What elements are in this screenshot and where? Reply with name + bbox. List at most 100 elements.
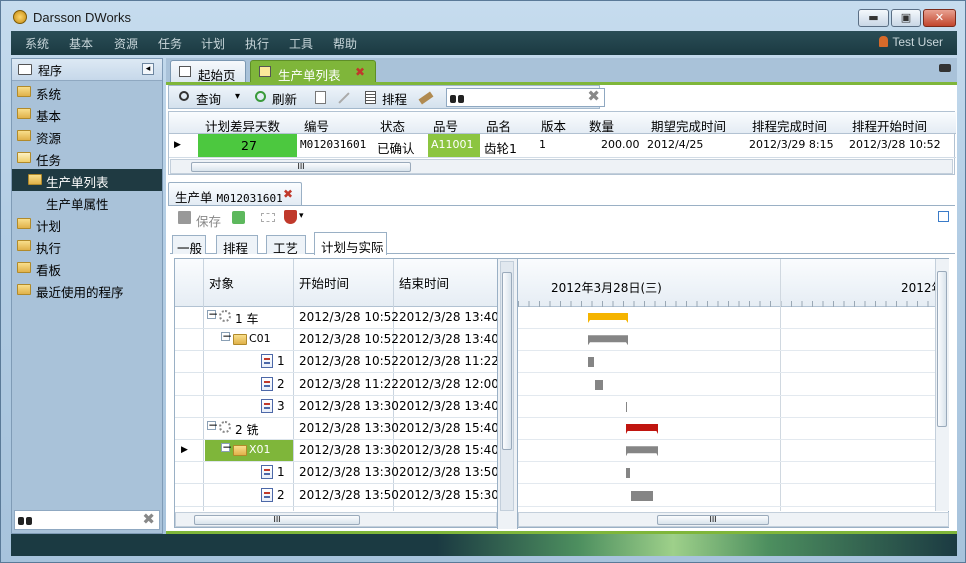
tab-plan-vs-actual[interactable]: 计划与实际 bbox=[314, 232, 387, 255]
col-plan-diff-days[interactable]: 计划差异天数 bbox=[205, 116, 280, 135]
menu-task[interactable]: 任务 bbox=[158, 35, 182, 52]
window-options-icon[interactable] bbox=[939, 64, 951, 72]
scroll-thumb[interactable]: III bbox=[194, 515, 360, 525]
query-button[interactable]: 查询 bbox=[196, 89, 221, 108]
tree-horizontal-scrollbar[interactable]: III bbox=[175, 512, 497, 527]
sidebar-item-basic[interactable]: 基本 bbox=[12, 103, 162, 125]
gantt-bar[interactable] bbox=[588, 335, 628, 346]
clear-search-icon[interactable]: ✖ bbox=[587, 87, 600, 105]
close-tab-icon[interactable]: ✖ bbox=[355, 65, 365, 79]
col-item-no[interactable]: 品号 bbox=[433, 116, 458, 135]
col-version[interactable]: 版本 bbox=[541, 116, 566, 135]
user-menu[interactable]: Test User bbox=[879, 35, 943, 49]
menu-help[interactable]: 帮助 bbox=[333, 35, 357, 52]
save-button[interactable]: 保存 bbox=[196, 211, 221, 230]
tree-row[interactable]: − C01 2012/3/28 10:52 2012/3/28 13:40 bbox=[175, 329, 497, 352]
refresh-detail-icon[interactable] bbox=[232, 211, 245, 224]
expand-toggle-icon[interactable]: − bbox=[207, 308, 218, 320]
sidebar-item-resource[interactable]: 资源 bbox=[12, 125, 162, 147]
scroll-thumb[interactable]: III bbox=[657, 515, 769, 525]
list-search-input[interactable]: ✖ bbox=[446, 87, 605, 107]
sidebar-item-execute[interactable]: 执行 bbox=[12, 235, 162, 257]
tab-production-order-detail[interactable]: 生产单 M012031601 ✖ bbox=[168, 182, 302, 206]
pane-splitter[interactable] bbox=[497, 259, 518, 529]
menu-basic[interactable]: 基本 bbox=[69, 35, 93, 52]
schedule-button[interactable]: 排程 bbox=[382, 89, 407, 108]
shield-dropdown-icon[interactable]: ▾ bbox=[299, 211, 304, 221]
folder-icon bbox=[17, 108, 31, 119]
col-status[interactable]: 状态 bbox=[380, 116, 405, 135]
tree-row[interactable]: 3 2012/3/28 13:30 2012/3/28 13:40 bbox=[175, 396, 497, 418]
maximize-button[interactable]: ▣ bbox=[891, 9, 921, 27]
edit-icon[interactable] bbox=[338, 92, 350, 104]
col-quantity[interactable]: 数量 bbox=[589, 116, 614, 135]
tree-row[interactable]: 1 2012/3/28 13:30 2012/3/28 13:50 bbox=[175, 462, 497, 485]
gantt-bar[interactable] bbox=[626, 401, 627, 412]
gantt-chart: 2012年3月28日(三) 2012年 bbox=[518, 259, 949, 511]
shield-icon[interactable] bbox=[284, 210, 297, 224]
tree-row[interactable]: 2 2012/3/28 13:50 2012/3/28 15:30 bbox=[175, 485, 497, 507]
tree-row[interactable]: − 2 铣 2012/3/28 13:30 2012/3/28 15:40 bbox=[175, 418, 497, 440]
col-code[interactable]: 编号 bbox=[304, 116, 329, 135]
gantt-bar[interactable] bbox=[626, 468, 630, 479]
tab-general[interactable]: 一般 bbox=[172, 235, 206, 256]
sidebar-item-task[interactable]: 任务 bbox=[12, 147, 162, 169]
refresh-button[interactable]: 刷新 bbox=[272, 89, 297, 108]
col-start-time[interactable]: 开始时间 bbox=[299, 273, 349, 292]
tree-row[interactable]: 1 2012/3/28 10:52 2012/3/28 11:22 bbox=[175, 351, 497, 374]
tree-row[interactable]: − 1 车 2012/3/28 10:52 2012/3/28 13:40 bbox=[175, 307, 497, 329]
col-scheduled-start[interactable]: 排程开始时间 bbox=[852, 116, 927, 135]
collapse-sidebar-button[interactable]: ◂ bbox=[142, 63, 154, 75]
sidebar-item-recent[interactable]: 最近使用的程序 bbox=[12, 279, 162, 301]
sidebar-item-plan[interactable]: 计划 bbox=[12, 213, 162, 235]
tab-schedule[interactable]: 排程 bbox=[216, 235, 258, 256]
scroll-thumb[interactable]: III bbox=[191, 162, 411, 172]
col-scheduled-finish[interactable]: 排程完成时间 bbox=[752, 116, 827, 135]
gantt-bar[interactable] bbox=[626, 424, 658, 434]
query-dropdown-icon[interactable]: ▾ bbox=[235, 91, 240, 102]
menu-tools[interactable]: 工具 bbox=[289, 35, 313, 52]
col-item-name[interactable]: 品名 bbox=[486, 116, 511, 135]
gantt-bar[interactable] bbox=[595, 379, 603, 390]
expand-toggle-icon[interactable]: − bbox=[221, 330, 232, 342]
sidebar-item-dashboard[interactable]: 看板 bbox=[12, 257, 162, 279]
chart-vertical-scrollbar[interactable] bbox=[935, 259, 949, 511]
expand-toggle-icon[interactable]: − bbox=[207, 419, 218, 431]
tree-vertical-scrollbar[interactable] bbox=[500, 261, 514, 511]
gantt-bar[interactable] bbox=[631, 490, 653, 501]
list-horizontal-scrollbar[interactable]: III bbox=[170, 159, 953, 174]
tree-row[interactable]: 2 2012/3/28 11:22 2012/3/28 12:00 bbox=[175, 374, 497, 396]
gantt-bar[interactable] bbox=[588, 313, 628, 323]
link-icon[interactable] bbox=[261, 213, 275, 222]
scroll-thumb[interactable] bbox=[502, 272, 512, 450]
cell-plan-diff-days: 27 bbox=[241, 138, 257, 153]
popout-icon[interactable] bbox=[938, 211, 949, 222]
col-object[interactable]: 对象 bbox=[209, 273, 234, 292]
menu-resource[interactable]: 资源 bbox=[114, 35, 138, 52]
new-icon[interactable] bbox=[315, 91, 326, 104]
tab-home[interactable]: 起始页 bbox=[170, 60, 246, 84]
scroll-thumb[interactable] bbox=[937, 271, 947, 427]
menu-system[interactable]: 系统 bbox=[25, 35, 49, 52]
minimize-button[interactable]: ▬ bbox=[858, 9, 889, 27]
col-expected-finish[interactable]: 期望完成时间 bbox=[651, 116, 726, 135]
menu-execute[interactable]: 执行 bbox=[245, 35, 269, 52]
gantt-bar[interactable] bbox=[626, 446, 658, 457]
chart-horizontal-scrollbar[interactable]: III bbox=[518, 512, 949, 527]
sidebar-item-production-list[interactable]: 生产单列表 bbox=[12, 169, 162, 191]
close-detail-tab-icon[interactable]: ✖ bbox=[283, 187, 293, 201]
menu-plan[interactable]: 计划 bbox=[201, 35, 225, 52]
clear-search-icon[interactable]: ✖ bbox=[142, 510, 155, 528]
sidebar-search-input[interactable]: ✖ bbox=[14, 510, 160, 530]
gantt-bar[interactable] bbox=[588, 357, 594, 368]
table-row[interactable]: ▶ 27 M012031601 已确认 A11001 齿轮1 1 200.00 … bbox=[169, 134, 956, 158]
col-end-time[interactable]: 结束时间 bbox=[399, 273, 449, 292]
tab-production-list[interactable]: 生产单列表 ✖ bbox=[250, 60, 376, 84]
sidebar-item-system[interactable]: 系统 bbox=[12, 81, 162, 103]
close-button[interactable]: ✕ bbox=[923, 9, 956, 27]
tab-process[interactable]: 工艺 bbox=[266, 235, 306, 256]
brush-icon[interactable] bbox=[418, 91, 434, 105]
tree-row[interactable]: ▶ − X01 2012/3/28 13:30 2012/3/28 15:40 bbox=[175, 440, 497, 463]
sidebar-item-production-properties[interactable]: 生产单属性 bbox=[12, 191, 162, 213]
expand-toggle-icon[interactable]: − bbox=[221, 441, 232, 453]
